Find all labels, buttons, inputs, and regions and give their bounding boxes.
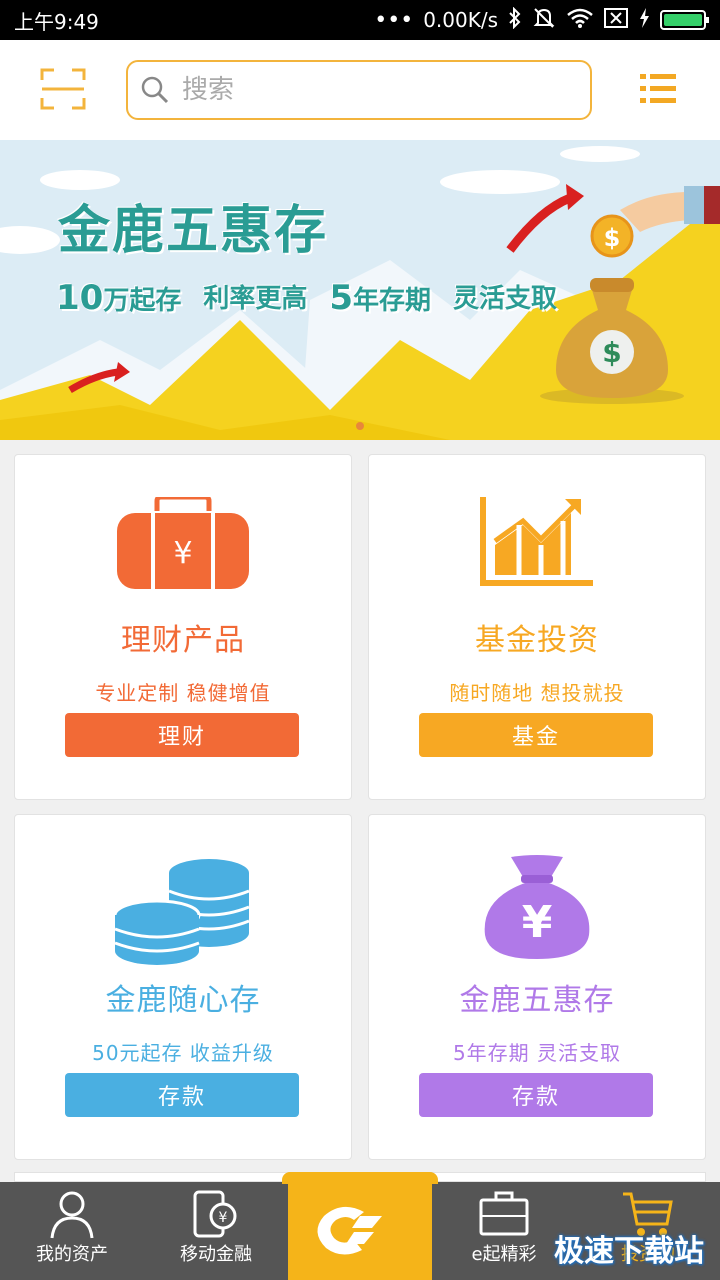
deposit-button[interactable]: 存款: [65, 1073, 299, 1117]
growth-chart-icon: [480, 497, 593, 586]
svg-text:¥: ¥: [173, 536, 192, 571]
status-icons: ••• 0.00K/s: [374, 6, 709, 34]
status-bar: 上午9:49 ••• 0.00K/s: [0, 0, 720, 40]
promo-banner[interactable]: $ $ 金鹿五惠存 10万起存 利率更高 5年存期 灵活支取: [0, 140, 720, 440]
status-time: 上午9:49: [14, 9, 99, 34]
wealth-button[interactable]: 理财: [65, 713, 299, 757]
card-five-benefit-deposit[interactable]: ¥ 金鹿五惠存 5年存期 灵活支取 存款: [368, 814, 706, 1160]
bank-logo-icon: [317, 1206, 382, 1255]
banner-tag: 灵活支取: [453, 284, 558, 314]
card-title: 金鹿五惠存: [459, 983, 615, 1018]
nav-label: 移动金融: [180, 1244, 252, 1265]
card-fund-investment[interactable]: 基金投资 随时随地 想投就投 基金: [368, 454, 706, 800]
nav-my-assets[interactable]: 我的资产: [0, 1182, 144, 1280]
card-subtitle: 随时随地 想投就投: [449, 681, 625, 705]
charging-icon: [638, 7, 650, 34]
deposit-button[interactable]: 存款: [419, 1073, 653, 1117]
nav-home[interactable]: [282, 1172, 438, 1280]
carousel-indicator[interactable]: [356, 422, 364, 430]
mute-icon: [532, 7, 556, 34]
fund-button[interactable]: 基金: [419, 713, 653, 757]
network-speed: 0.00K/s: [423, 8, 498, 32]
banner-tag: 5年存期: [329, 278, 432, 318]
sim-icon: [604, 7, 628, 33]
card-subtitle: 专业定制 稳健增值: [95, 681, 271, 705]
search-icon: [141, 76, 169, 104]
banner-title: 金鹿五惠存: [58, 201, 329, 261]
nav-label: e起精彩: [471, 1244, 537, 1265]
briefcase-icon: [479, 1191, 529, 1236]
nav-label: 我的资产: [36, 1244, 108, 1265]
card-flexible-deposit[interactable]: 金鹿随心存 50元起存 收益升级 存款: [14, 814, 352, 1160]
card-subtitle: 5年存期 灵活支取: [452, 1041, 622, 1065]
banner-tag: 10万起存: [56, 278, 182, 318]
svg-text:¥: ¥: [219, 1210, 228, 1226]
banner-tag: 利率更高: [203, 284, 308, 314]
dots-icon: •••: [374, 7, 414, 33]
coins-icon: [113, 859, 250, 965]
svg-text:$: $: [602, 336, 621, 369]
card-title: 理财产品: [121, 623, 245, 658]
list-menu-icon: [640, 74, 676, 103]
search-input[interactable]: [182, 75, 562, 105]
scan-icon: [40, 68, 86, 110]
card-title: 金鹿随心存: [105, 983, 261, 1018]
user-icon: [50, 1191, 94, 1239]
top-header: [0, 40, 720, 140]
wifi-icon: [566, 7, 594, 34]
banner-tags: 10万起存 利率更高 5年存期 灵活支取: [56, 278, 557, 318]
svg-text:¥: ¥: [522, 897, 553, 948]
bluetooth-icon: [508, 6, 522, 34]
search-box[interactable]: [126, 60, 592, 120]
card-wealth-products[interactable]: ¥ 理财产品 专业定制 稳健增值 理财: [14, 454, 352, 800]
card-subtitle: 50元起存 收益升级: [92, 1041, 274, 1065]
bottom-nav: 我的资产 ¥ 移动金融 e起精彩 投资购 极速下载站: [0, 1172, 720, 1280]
scan-button[interactable]: [40, 68, 86, 110]
phone-yuan-icon: ¥: [193, 1190, 237, 1238]
nav-mobile-finance[interactable]: ¥ 移动金融: [144, 1182, 288, 1280]
money-bag-icon: ¥: [117, 497, 249, 589]
yuan-pouch-icon: ¥: [484, 855, 590, 959]
battery-icon: [660, 10, 709, 30]
menu-button[interactable]: [640, 72, 676, 106]
svg-text:$: $: [604, 224, 621, 252]
watermark: 极速下载站: [554, 1234, 704, 1269]
card-title: 基金投资: [475, 623, 599, 658]
